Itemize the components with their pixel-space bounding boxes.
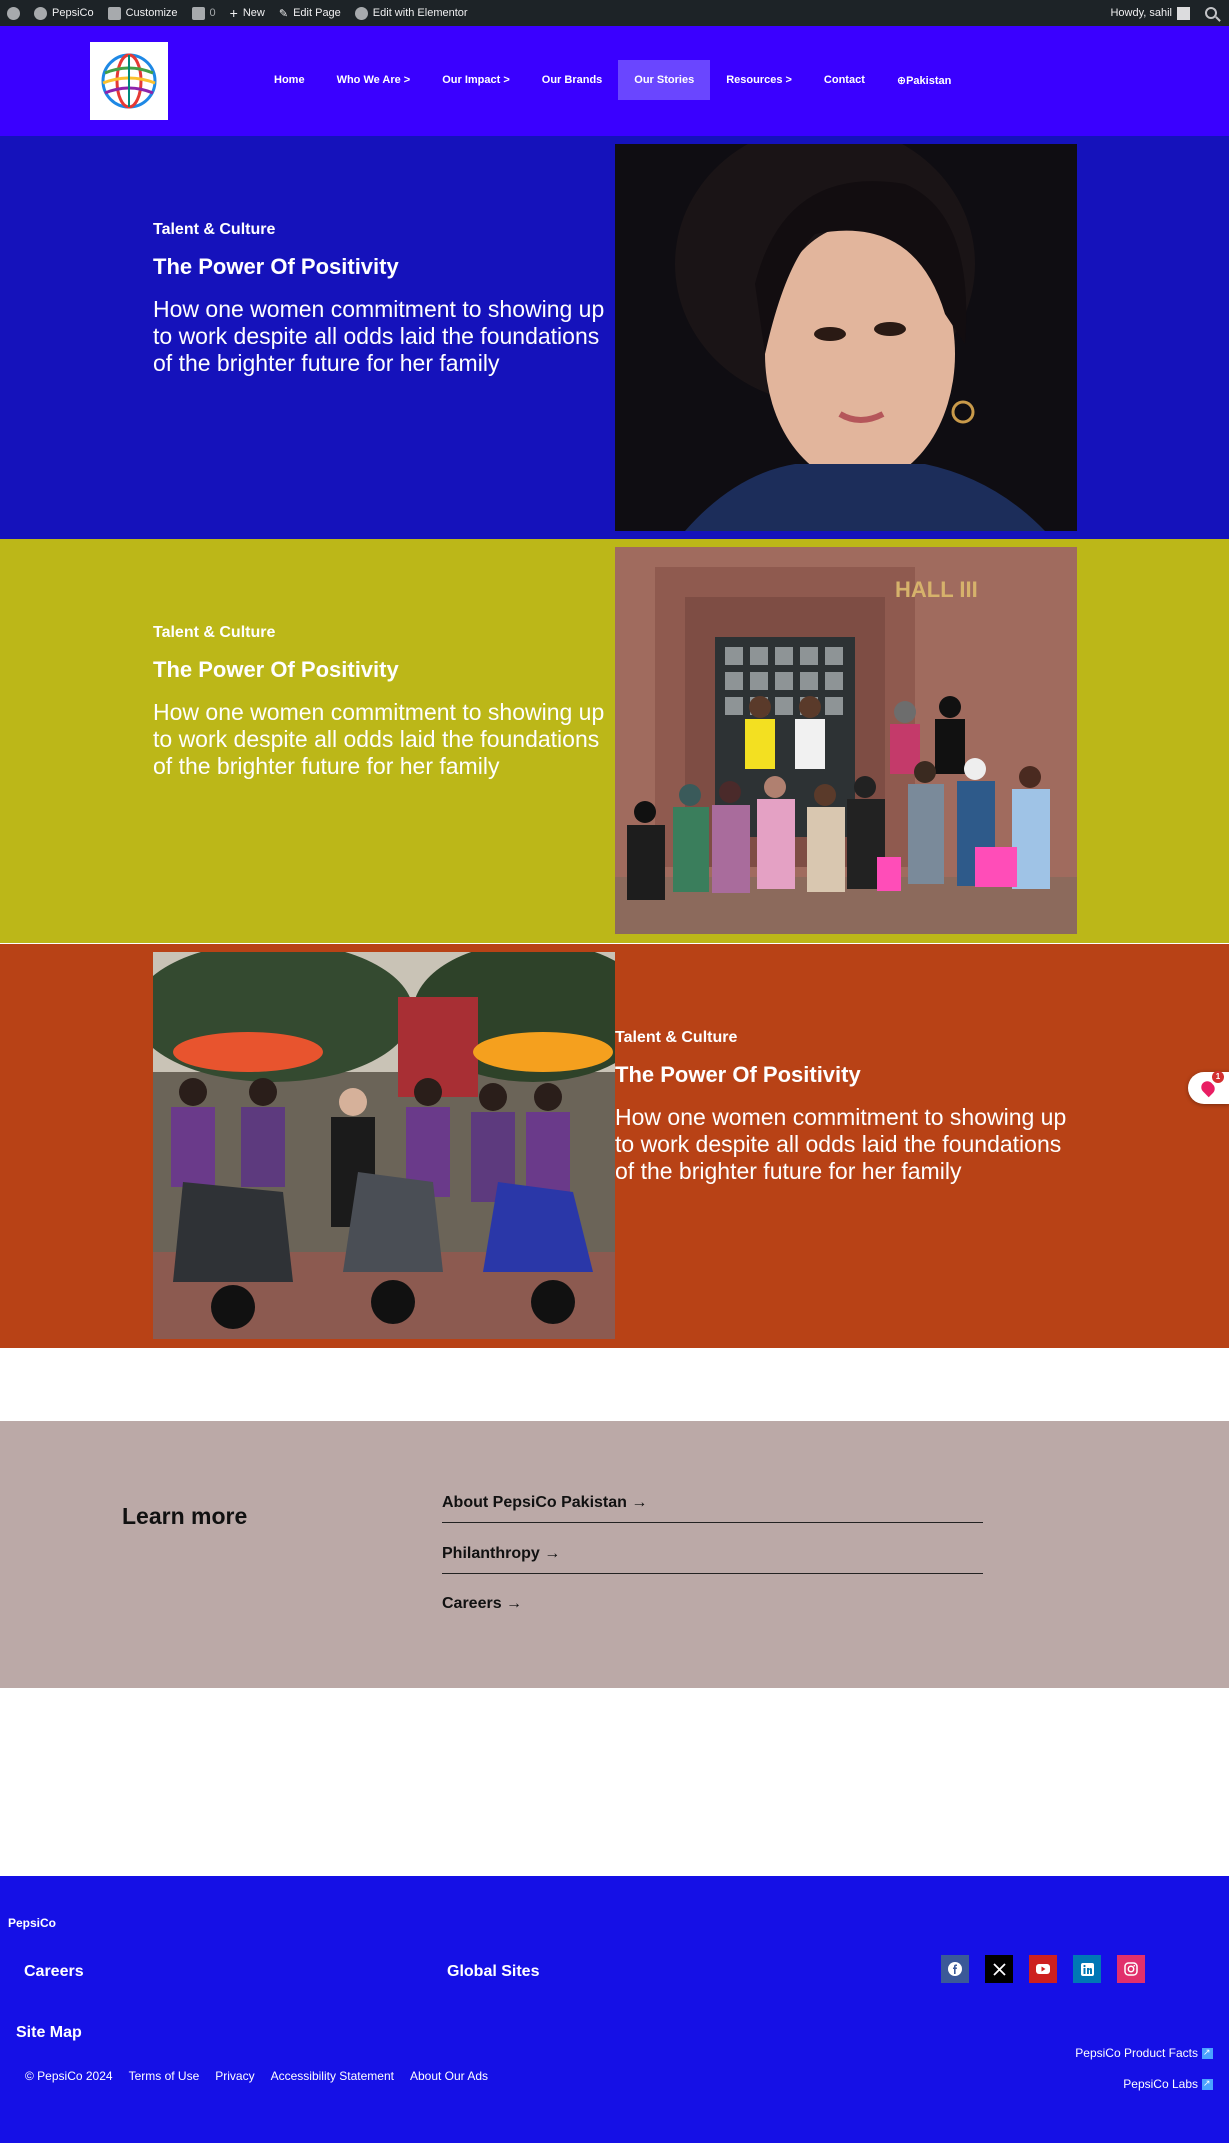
admin-edit-page-link[interactable]: ✎ Edit Page [272, 0, 348, 26]
story-section-3: Talent & Culture The Power Of Positivity… [0, 944, 1229, 1348]
nav-item-5[interactable]: Resources > [710, 60, 808, 100]
nav-item-2[interactable]: Our Impact > [426, 60, 526, 100]
footer-legal-links: © PepsiCo 2024 Terms of Use Privacy Acce… [25, 2069, 488, 2083]
facebook-icon[interactable] [941, 1955, 969, 1983]
copyright-text: © PepsiCo 2024 [25, 2069, 113, 2083]
story-category: Talent & Culture [615, 1029, 738, 1046]
story-title[interactable]: The Power Of Positivity [153, 657, 613, 683]
instagram-icon[interactable] [1117, 1955, 1145, 1983]
nav-item-0[interactable]: Home [258, 60, 321, 100]
nav-item-1[interactable]: Who We Are > [321, 60, 427, 100]
about-our-ads-link[interactable]: About Our Ads [410, 2069, 488, 2083]
linkedin-icon[interactable] [1073, 1955, 1101, 1983]
product-facts-link[interactable]: PepsiCo Product Facts [1075, 2046, 1213, 2060]
external-link-icon [1202, 2078, 1213, 2090]
terms-of-use-link[interactable]: Terms of Use [129, 2069, 200, 2083]
story-image-group: HALL III [615, 547, 1077, 934]
pepsico-logo[interactable] [90, 42, 168, 120]
careers-link[interactable]: Careers → [442, 1595, 983, 1623]
pepsico-labs-label: PepsiCo Labs [1123, 2077, 1198, 2091]
admin-greeting: Howdy, sahil [1110, 7, 1172, 19]
story-image-portrait [615, 144, 1077, 531]
elementor-icon [354, 6, 368, 20]
dashboard-icon [34, 6, 47, 20]
wordpress-logo[interactable] [0, 0, 27, 26]
product-facts-label: PepsiCo Product Facts [1075, 2046, 1198, 2060]
footer-careers-link[interactable]: Careers [24, 1963, 84, 1981]
admin-site-link[interactable]: PepsiCo [27, 0, 101, 26]
nav-item-3[interactable]: Our Brands [526, 60, 619, 100]
admin-elementor-label: Edit with Elementor [372, 7, 468, 19]
admin-new-link[interactable]: + New [223, 0, 272, 26]
avatar [1177, 6, 1190, 20]
external-link-icon [1202, 2047, 1213, 2059]
learn-more-title: Learn more [122, 1503, 248, 1529]
footer-global-sites-link[interactable]: Global Sites [447, 1963, 539, 1981]
search-icon[interactable] [1205, 7, 1217, 19]
story-text-2: Talent & Culture The Power Of Positivity… [153, 624, 613, 780]
story-title[interactable]: The Power Of Positivity [153, 254, 613, 280]
accessibility-statement-link[interactable]: Accessibility Statement [271, 2069, 394, 2083]
admin-comments-count: 0 [209, 7, 216, 19]
story-section-2: Talent & Culture The Power Of Positivity… [0, 539, 1229, 943]
admin-customize-label: Customize [125, 7, 178, 19]
svg-text:HALL III: HALL III [895, 577, 978, 602]
admin-new-label: New [242, 7, 265, 19]
admin-account-menu[interactable]: Howdy, sahil [1103, 0, 1197, 26]
admin-edit-page-label: Edit Page [293, 7, 341, 19]
admin-site-label: PepsiCo [52, 7, 94, 19]
youtube-icon[interactable] [1029, 1955, 1057, 1983]
admin-elementor-link[interactable]: Edit with Elementor [348, 0, 475, 26]
brush-icon [107, 6, 121, 20]
philanthropy-link[interactable]: Philanthropy → [442, 1545, 983, 1574]
footer-site-map-link[interactable]: Site Map [16, 2024, 82, 2042]
site-footer: PepsiCo Careers Global Sites Site Map © … [0, 1876, 1229, 2143]
story-title[interactable]: The Power Of Positivity [615, 1062, 1075, 1088]
pencil-icon: ✎ [278, 7, 289, 20]
nav-item-6[interactable]: Contact [808, 60, 881, 100]
admin-customize-link[interactable]: Customize [101, 0, 185, 26]
nav-item-7[interactable]: ⊕Pakistan [881, 60, 967, 100]
pepsico-labs-link[interactable]: PepsiCo Labs [1123, 2077, 1213, 2091]
social-links [941, 1955, 1145, 1983]
footer-brand[interactable]: PepsiCo [8, 1916, 56, 1930]
story-category: Talent & Culture [153, 624, 276, 641]
comment-icon [191, 6, 205, 20]
site-header: Home Who We Are > Our Impact > Our Brands Ou… [0, 26, 1229, 136]
nav-item-4[interactable]: Our Stories [618, 60, 711, 100]
plus-icon: + [229, 5, 238, 21]
story-image-scooters [153, 952, 615, 1339]
main-nav: Home Who We Are > Our Impact > Our Brands Ou… [258, 60, 967, 100]
feedback-widget-button[interactable]: 1 [1188, 1071, 1229, 1104]
story-description: How one women commitment to showing up t… [153, 296, 605, 376]
privacy-link[interactable]: Privacy [215, 2069, 254, 2083]
x-icon[interactable] [985, 1955, 1013, 1983]
story-description: How one women commitment to showing up t… [153, 699, 605, 779]
story-category: Talent & Culture [153, 221, 276, 238]
story-text-1: Talent & Culture The Power Of Positivity… [153, 221, 613, 377]
about-pepsico-pakistan-link[interactable]: About PepsiCo Pakistan → [442, 1494, 983, 1523]
globe-logo-icon [101, 53, 157, 109]
story-description: How one women commitment to showing up t… [615, 1104, 1067, 1184]
wordpress-icon [7, 6, 20, 20]
admin-bar: PepsiCo Customize 0 + New ✎ Edit Page Edit… [0, 0, 1229, 26]
notification-badge: 1 [1212, 1071, 1224, 1083]
admin-comments-link[interactable]: 0 [185, 0, 223, 26]
story-section-1: Talent & Culture The Power Of Positivity… [0, 136, 1229, 540]
learn-more-section: Learn more About PepsiCo Pakistan → Phil… [0, 1421, 1229, 1688]
story-text-3: Talent & Culture The Power Of Positivity… [615, 1029, 1075, 1185]
